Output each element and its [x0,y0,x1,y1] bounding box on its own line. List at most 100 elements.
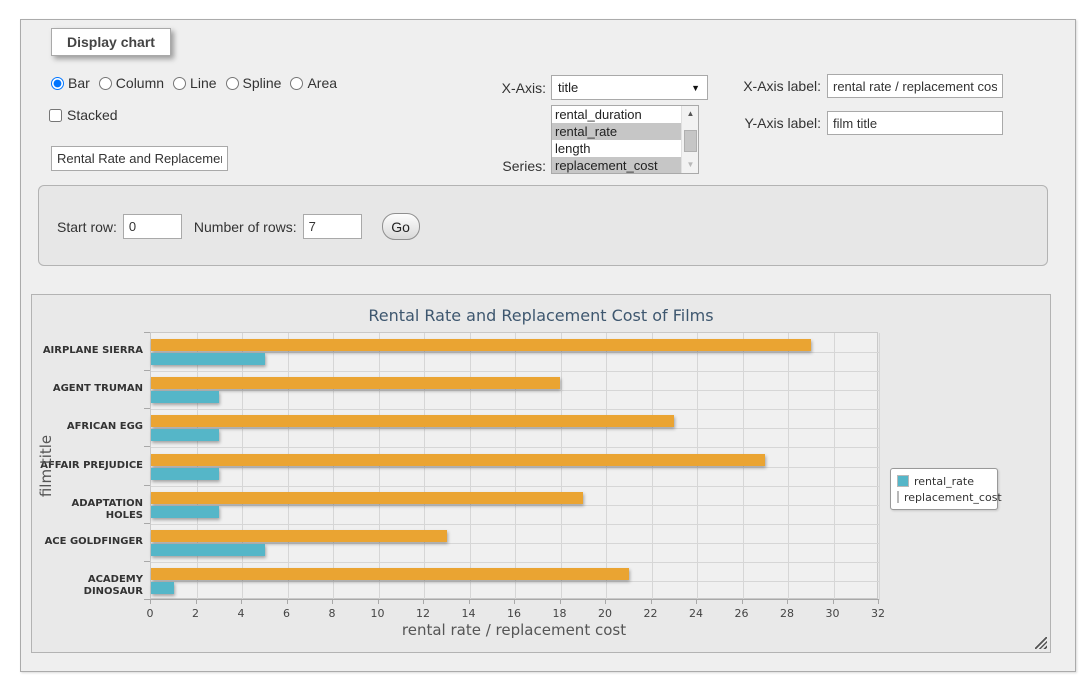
stacked-label: Stacked [67,107,118,123]
series-option-rental_rate[interactable]: rental_rate [552,123,698,140]
x-axis-tick [742,600,743,604]
series-multiselect[interactable]: rental_durationrental_ratelengthreplacem… [551,105,699,174]
x-axis-label-input[interactable] [827,74,1003,98]
x-axis-tick-label: 12 [408,607,438,620]
bar-replacement_cost[interactable] [151,492,583,504]
series-option-replacement_cost[interactable]: replacement_cost [552,157,698,174]
y-axis-category-label: ACADEMY DINOSAUR [39,574,143,598]
x-axis-tick [287,600,288,604]
y-axis-tick [144,408,150,409]
y-axis-tick [144,485,150,486]
series-option-rental_duration[interactable]: rental_duration [552,106,698,123]
series-options: rental_durationrental_ratelengthreplacem… [552,106,698,174]
x-axis-tick-label: 30 [818,607,848,620]
legend-item-replacement_cost[interactable]: replacement_cost [897,489,991,505]
x-axis-selected-value: title [558,80,578,95]
legend-label: replacement_cost [904,491,1002,504]
x-axis-tick-label: 0 [135,607,165,620]
series-option-length[interactable]: length [552,140,698,157]
start-row-input[interactable] [123,214,182,239]
x-axis-tick-label: 22 [636,607,666,620]
x-axis-tick-label: 20 [590,607,620,620]
legend-swatch [897,491,899,503]
x-axis-tick [150,600,151,604]
scroll-down-icon[interactable]: ▼ [682,157,699,173]
chart-type-radio-group: Bar Column Line Spline Area [51,75,337,91]
y-axis-tick [144,523,150,524]
x-axis-tick-label: 4 [226,607,256,620]
bar-rental_rate[interactable] [151,468,219,480]
bar-rental_rate[interactable] [151,429,219,441]
chart-type-radio-line[interactable] [173,77,186,90]
legend-label: rental_rate [914,475,974,488]
x-axis-select[interactable]: title ▼ [551,75,708,100]
gridline [151,486,879,487]
legend-item-rental_rate[interactable]: rental_rate [897,473,991,489]
chart-type-radio-label: Bar [68,75,90,91]
chart-type-radio-label: Line [190,75,216,91]
go-button[interactable]: Go [382,213,420,240]
y-axis-title: film title [37,411,55,521]
bar-rental_rate[interactable] [151,391,219,403]
bar-rental_rate[interactable] [151,353,265,365]
bar-replacement_cost[interactable] [151,454,765,466]
x-axis-tick [514,600,515,604]
bar-rental_rate[interactable] [151,544,265,556]
scroll-up-icon[interactable]: ▲ [682,106,699,122]
bar-rental_rate[interactable] [151,506,219,518]
bar-replacement_cost[interactable] [151,339,811,351]
x-axis-tick [423,600,424,604]
y-axis-category-label: AGENT TRUMAN [39,383,143,395]
y-axis-label-input[interactable] [827,111,1003,135]
x-axis-tick [196,600,197,604]
chart-type-option-area[interactable]: Area [290,75,337,91]
series-scrollbar[interactable]: ▲ ▼ [681,106,698,173]
chevron-down-icon: ▼ [691,83,700,93]
x-axis-tick-label: 26 [727,607,757,620]
x-axis-tick [605,600,606,604]
chart-type-radio-label: Column [116,75,164,91]
x-axis-tick [469,600,470,604]
chart-type-radio-column[interactable] [99,77,112,90]
fieldset-legend: Display chart [51,28,171,56]
start-row-label: Start row: [57,219,117,235]
scrollbar-thumb[interactable] [684,130,697,152]
bar-replacement_cost[interactable] [151,377,560,389]
bar-replacement_cost[interactable] [151,568,629,580]
gridline [151,581,879,582]
gridline [151,409,879,410]
x-axis-label-field-label: X-Axis label: [721,78,821,94]
bar-replacement_cost[interactable] [151,530,447,542]
display-chart-fieldset: Display chart Bar Column Line Spline Area St… [20,19,1076,672]
chart-type-radio-bar[interactable] [51,77,64,90]
x-axis-tick-label: 2 [181,607,211,620]
x-axis-tick [878,600,879,604]
number-of-rows-input[interactable] [303,214,362,239]
stacked-checkbox[interactable] [49,109,62,122]
legend-swatch [897,475,909,487]
y-axis-tick [144,561,150,562]
chart-type-radio-spline[interactable] [226,77,239,90]
chart-type-option-spline[interactable]: Spline [226,75,282,91]
x-axis-title: rental rate / replacement cost [150,621,878,639]
x-axis-tick-label: 28 [772,607,802,620]
y-axis-category-label: AIRPLANE SIERRA [39,345,143,357]
chart-title-input[interactable] [51,146,228,171]
chart-container: Rental Rate and Replacement Cost of Film… [31,294,1051,653]
chart-type-radio-area[interactable] [290,77,303,90]
bar-rental_rate[interactable] [151,582,174,594]
chart-type-option-column[interactable]: Column [99,75,164,91]
y-axis-tick [144,446,150,447]
resize-handle-icon[interactable] [1035,637,1047,649]
chart-legend: rental_ratereplacement_cost [890,468,998,510]
chart-title: Rental Rate and Replacement Cost of Film… [32,306,1050,325]
gridline [151,467,879,468]
gridline [151,371,879,372]
plot-area [150,332,878,599]
chart-type-option-bar[interactable]: Bar [51,75,90,91]
x-axis-tick-label: 6 [272,607,302,620]
x-axis-tick [651,600,652,604]
x-axis-tick-label: 16 [499,607,529,620]
bar-replacement_cost[interactable] [151,415,674,427]
chart-type-option-line[interactable]: Line [173,75,216,91]
